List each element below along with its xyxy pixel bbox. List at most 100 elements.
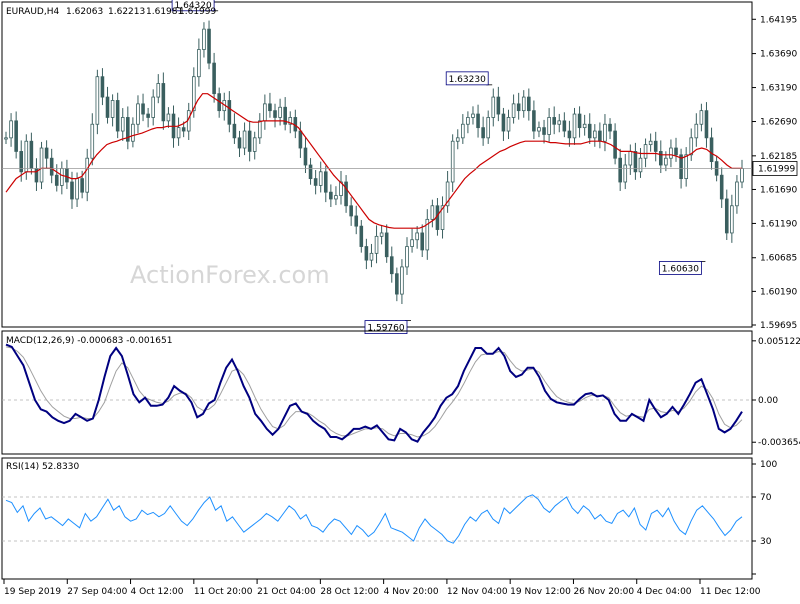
candle-body: [562, 120, 567, 132]
price-y-tick-label: 1.61190: [760, 219, 797, 229]
candle-body: [511, 103, 516, 118]
price-y-tick-label: 1.60190: [760, 287, 797, 297]
candle-body: [364, 246, 369, 261]
candle-body: [450, 140, 455, 183]
candle-body: [709, 137, 714, 163]
candle-body: [227, 100, 232, 125]
candle-body: [628, 151, 633, 166]
candle-body: [461, 123, 465, 139]
candle-body: [303, 147, 308, 166]
candle-body: [521, 96, 526, 112]
candle-body: [323, 171, 328, 193]
candle-body: [547, 117, 551, 135]
price-y-tick-label: 1.62185: [760, 152, 797, 162]
candle-body: [577, 113, 582, 129]
price-y-tick-label: 1.59695: [760, 321, 797, 331]
macd-title: MACD(12,26,9) -0.000683 -0.001651: [6, 336, 172, 346]
candle-body: [298, 130, 303, 149]
candle-body: [212, 62, 216, 95]
x-tick-label: 11 Oct 20:00: [194, 587, 253, 597]
candle-body: [593, 130, 597, 139]
x-tick-label: 21 Oct 04:00: [257, 587, 316, 597]
candle-body: [694, 123, 699, 139]
candle-body: [29, 140, 34, 169]
candle-body: [110, 100, 115, 118]
candle-body: [608, 123, 612, 132]
candle-body: [481, 127, 485, 139]
annotation-label: 1.63230: [449, 75, 486, 85]
candle-body: [247, 130, 252, 152]
candle-body: [400, 266, 404, 295]
candle-body: [313, 178, 318, 186]
candle-body: [384, 232, 389, 258]
candle-body: [471, 113, 475, 118]
candle-body: [491, 96, 496, 118]
header-close: 1.61999: [179, 7, 216, 17]
candle-body: [252, 137, 257, 152]
candle-body: [724, 198, 729, 234]
candle-body: [44, 147, 49, 159]
price-y-tick-label: 1.64195: [760, 15, 797, 25]
price-title: EURAUD,H4: [6, 7, 59, 17]
candle-body: [405, 246, 409, 268]
candle-body: [207, 28, 211, 64]
candle-body: [532, 110, 536, 132]
chart-root: ActionForex.com 1.61999 1.64320 1.63230 1.…: [0, 0, 800, 600]
candle-body: [684, 154, 688, 179]
candle-body: [237, 137, 242, 149]
price-y-tick-label: 1.60685: [760, 254, 797, 264]
x-tick-label: 12 Nov 04:00: [447, 587, 508, 597]
candle-body: [674, 147, 678, 156]
candle-body: [344, 181, 348, 207]
candle-body: [329, 191, 333, 200]
candle-body: [374, 235, 379, 254]
candle-body: [181, 127, 186, 132]
price-y-tick-label: 1.63190: [760, 84, 797, 94]
x-tick-label: 11 Dec 12:00: [700, 587, 761, 597]
candle-body: [623, 164, 628, 183]
rsi-y-tick-label: 70: [760, 493, 772, 503]
candle-body: [176, 127, 181, 139]
candle-body: [49, 157, 54, 176]
candle-body: [389, 256, 394, 275]
candle-body: [257, 120, 262, 139]
candle-body: [9, 120, 13, 139]
candle-body: [268, 103, 272, 112]
candle-body: [603, 123, 607, 142]
candle-body: [166, 113, 171, 122]
candle-body: [273, 110, 277, 118]
candle-body: [567, 130, 572, 139]
candle-body: [105, 96, 110, 118]
rsi-y-tick-label: 30: [760, 537, 772, 547]
x-tick-label: 26 Nov 20:00: [573, 587, 634, 597]
candle-body: [648, 140, 653, 146]
macd-y-tick-label: 0.005122: [758, 337, 800, 347]
candle-body: [638, 157, 643, 173]
candle-body: [95, 76, 100, 125]
header-open: 1.62063: [66, 7, 103, 17]
macd-y-tick-label: -0.003654: [758, 438, 800, 448]
candle-body: [24, 140, 29, 173]
candle-body: [131, 123, 135, 142]
candle-body: [70, 181, 74, 200]
annotation-label: 1.59760: [367, 324, 404, 334]
candle-body: [85, 157, 90, 193]
candle-body: [496, 96, 501, 115]
candle-body: [60, 168, 64, 186]
candle-body: [75, 178, 79, 200]
candle-body: [699, 110, 704, 125]
candle-body: [430, 205, 435, 220]
candle-body: [136, 103, 140, 125]
x-tick-label: 27 Sep 04:00: [67, 587, 127, 597]
candle-body: [557, 120, 562, 125]
candle-body: [120, 117, 125, 132]
watermark: ActionForex.com: [130, 261, 330, 289]
candle-body: [100, 76, 105, 98]
annotation-label: 1.60630: [662, 264, 699, 274]
rsi-title: RSI(14) 52.8330: [6, 462, 79, 472]
x-tick-label: 4 Dec 04:00: [637, 587, 692, 597]
candle-body: [349, 205, 353, 217]
candle-body: [466, 117, 470, 125]
candle-body: [354, 215, 359, 227]
x-tick-label: 4 Oct 12:00: [131, 587, 184, 597]
